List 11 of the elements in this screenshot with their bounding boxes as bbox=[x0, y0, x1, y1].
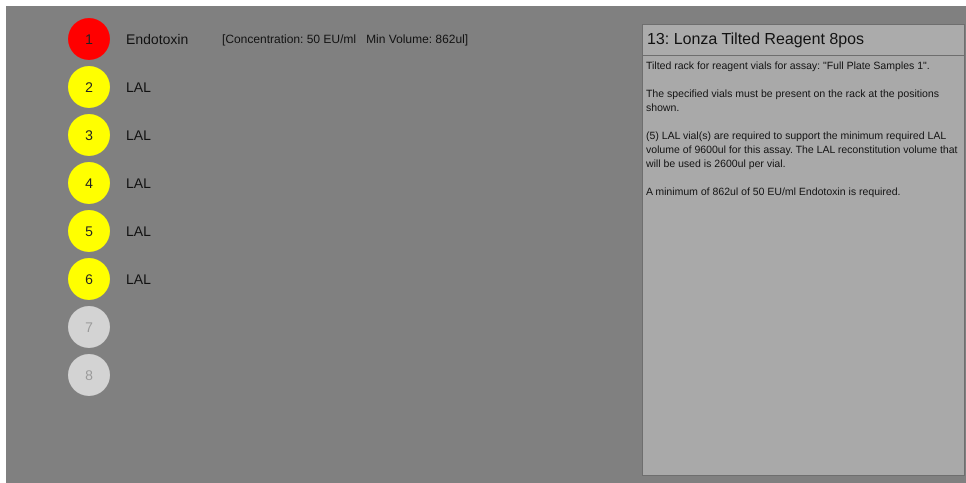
reagent-label: LAL bbox=[126, 270, 152, 288]
reagent-label: LAL bbox=[126, 222, 152, 240]
reagent-label: LAL bbox=[126, 78, 152, 96]
info-paragraph: A minimum of 862ul of 50 EU/ml Endotoxin is required. bbox=[646, 185, 902, 199]
info-paragraph: The specified vials must be present on the rack at the positions shown. bbox=[646, 87, 940, 115]
reagent-label: LAL bbox=[126, 126, 152, 144]
info-paragraph: Tilted rack for reagent vials for assay: "Full Plate Samples 1". bbox=[646, 59, 931, 73]
info-paragraph: (5) LAL vial(s) are required to support the minimum required LAL volume of 9600ul for this assay. The LAL reconstitution volume that will be used is 2600ul per vial. bbox=[646, 129, 958, 171]
reagent-label: LAL bbox=[126, 174, 152, 192]
reagent-label: Endotoxin bbox=[126, 30, 190, 48]
reagent-detail: [Concentration: 50 EU/ml Min Volume: 862ul] bbox=[222, 31, 468, 48]
